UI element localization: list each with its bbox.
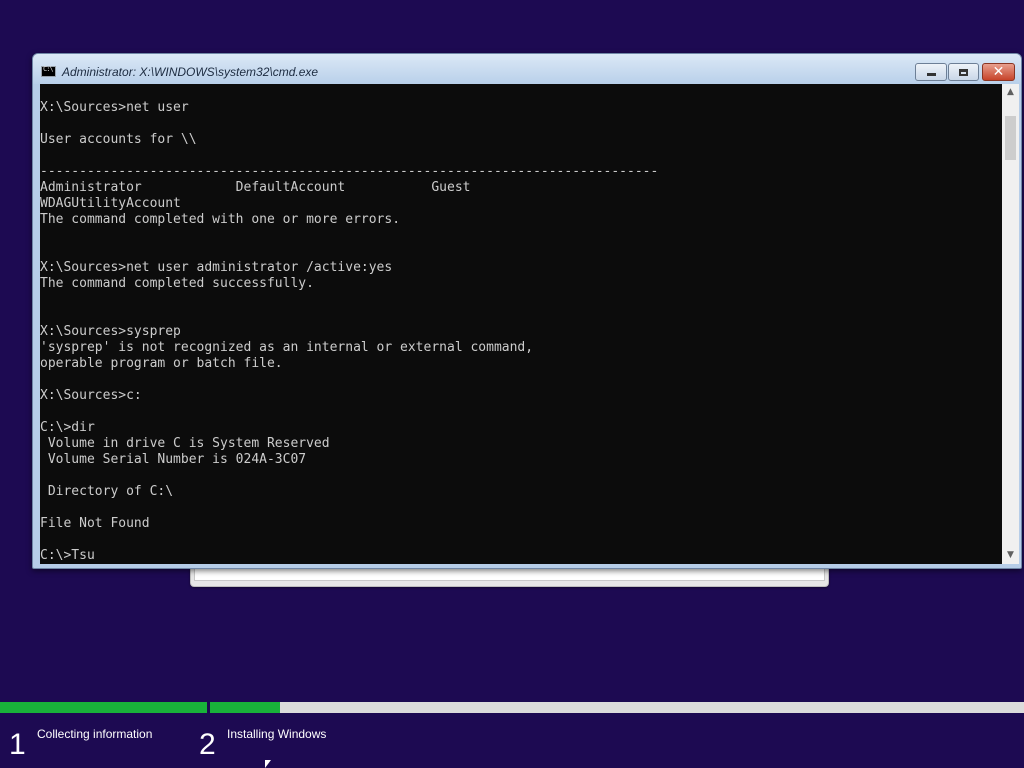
scroll-up-icon[interactable]: ▲	[1002, 84, 1019, 101]
close-button[interactable]: ✕	[982, 63, 1015, 81]
step-1-label: Collecting information	[37, 727, 153, 741]
cmd-window[interactable]: C:\ Administrator: X:\WINDOWS\system32\c…	[32, 53, 1022, 569]
window-title: Administrator: X:\WINDOWS\system32\cmd.e…	[62, 65, 319, 79]
progress-fill-collecting	[0, 702, 207, 713]
window-titlebar[interactable]: C:\ Administrator: X:\WINDOWS\system32\c…	[33, 54, 1021, 84]
mouse-cursor-icon	[265, 760, 271, 768]
scroll-down-icon[interactable]: ▼	[1002, 547, 1019, 564]
cmd-icon-label: C:\	[43, 65, 54, 73]
step-2-label: Installing Windows	[227, 727, 327, 741]
minimize-button[interactable]	[915, 63, 947, 81]
close-icon: ✕	[992, 64, 1005, 80]
maximize-icon	[959, 68, 968, 76]
scroll-thumb[interactable]	[1005, 116, 1016, 160]
maximize-button[interactable]	[948, 63, 979, 81]
vertical-scrollbar[interactable]: ▲ ▼	[1002, 84, 1019, 564]
step-2-number: 2	[199, 728, 216, 761]
progress-bar-installing	[210, 702, 1024, 713]
console-output[interactable]: X:\Sources>net user User accounts for \\…	[40, 84, 1002, 564]
cmd-app-icon[interactable]: C:\	[41, 65, 56, 77]
setup-dialog-background	[190, 566, 829, 587]
step-1-number: 1	[9, 728, 26, 761]
progress-bar-collecting	[0, 702, 207, 713]
progress-fill-installing	[210, 702, 280, 713]
minimize-icon	[926, 73, 936, 76]
console-text[interactable]: X:\Sources>net user User accounts for \\…	[40, 84, 1002, 564]
